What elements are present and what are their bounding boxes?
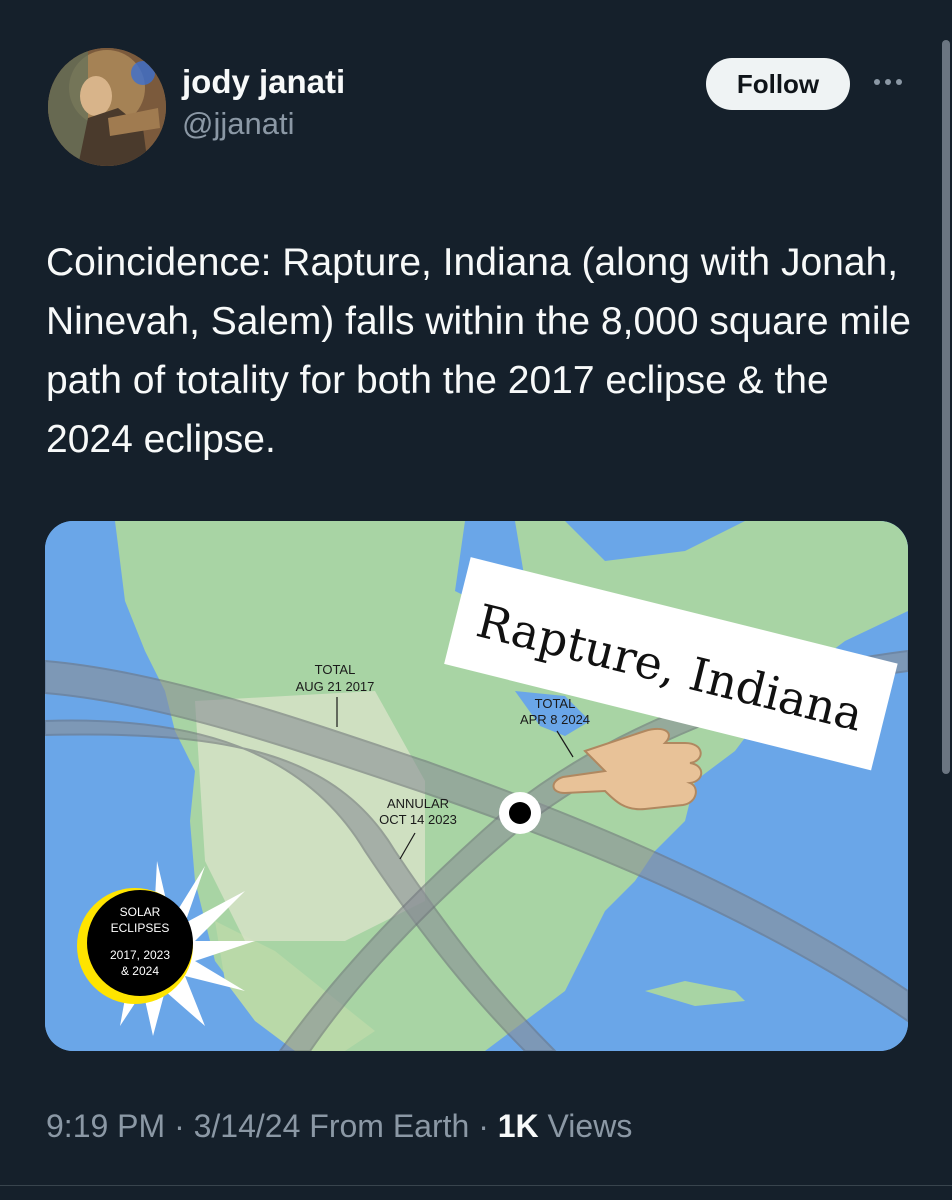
tweet-time[interactable]: 9:19 PM xyxy=(46,1108,165,1144)
views-label: Views xyxy=(547,1108,633,1144)
tweet-date[interactable]: 3/14/24 xyxy=(194,1108,301,1144)
author-handle[interactable]: @jjanati xyxy=(182,104,345,144)
tweet-media[interactable]: TOTAL AUG 21 2017 TOTAL APR 8 2024 ANNUL… xyxy=(45,521,908,1051)
author-name[interactable]: jody janati xyxy=(182,62,345,102)
badge-line4: & 2024 xyxy=(121,964,159,978)
divider xyxy=(0,1185,952,1186)
badge-line3: 2017, 2023 xyxy=(110,948,170,962)
follow-button[interactable]: Follow xyxy=(706,58,850,110)
more-horizontal-icon[interactable] xyxy=(868,62,908,102)
author-block[interactable]: jody janati @jjanati xyxy=(182,62,345,144)
scrollbar[interactable] xyxy=(942,40,950,774)
rapture-marker-dot xyxy=(509,802,531,824)
meta-separator: · xyxy=(174,1108,185,1144)
badge-line1: SOLAR xyxy=(120,905,161,919)
views-count: 1K xyxy=(497,1108,539,1144)
avatar[interactable] xyxy=(48,48,166,166)
label-2024-line2: APR 8 2024 xyxy=(520,712,590,727)
label-2017-line1: TOTAL xyxy=(315,662,356,677)
label-2023-line2: OCT 14 2023 xyxy=(379,812,457,827)
label-2023-line1: ANNULAR xyxy=(387,796,449,811)
badge-line2: ECLIPSES xyxy=(111,921,170,935)
label-2017-line2: AUG 21 2017 xyxy=(296,679,375,694)
tweet-text: Coincidence: Rapture, Indiana (along wit… xyxy=(46,241,911,461)
label-2024-line1: TOTAL xyxy=(535,696,576,711)
meta-separator-2: · xyxy=(478,1108,489,1144)
tweet-source: From Earth xyxy=(309,1108,470,1144)
eclipse-map: TOTAL AUG 21 2017 TOTAL APR 8 2024 ANNUL… xyxy=(45,521,908,1051)
tweet-meta: 9:19 PM · 3/14/24 From Earth · 1K Views xyxy=(46,1108,632,1145)
